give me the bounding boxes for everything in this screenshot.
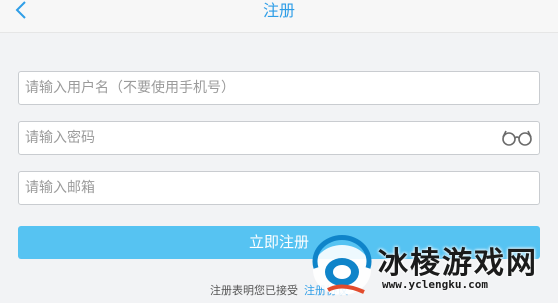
username-input[interactable]: [19, 72, 539, 104]
register-button[interactable]: 立即注册: [18, 226, 540, 259]
agreement-notice: 注册表明您已接受 注册协议: [0, 283, 558, 299]
nav-bar: 注册: [0, 0, 558, 33]
page-title: 注册: [262, 1, 295, 20]
email-input[interactable]: [19, 172, 539, 204]
show-password-toggle[interactable]: [501, 130, 533, 148]
glasses-icon: [501, 128, 533, 150]
password-input[interactable]: [19, 122, 539, 154]
agreement-text: 注册表明您已接受: [210, 284, 298, 297]
email-field[interactable]: [18, 171, 540, 205]
password-field[interactable]: [18, 121, 540, 155]
username-field[interactable]: [18, 71, 540, 105]
agreement-link[interactable]: 注册协议: [304, 284, 348, 297]
